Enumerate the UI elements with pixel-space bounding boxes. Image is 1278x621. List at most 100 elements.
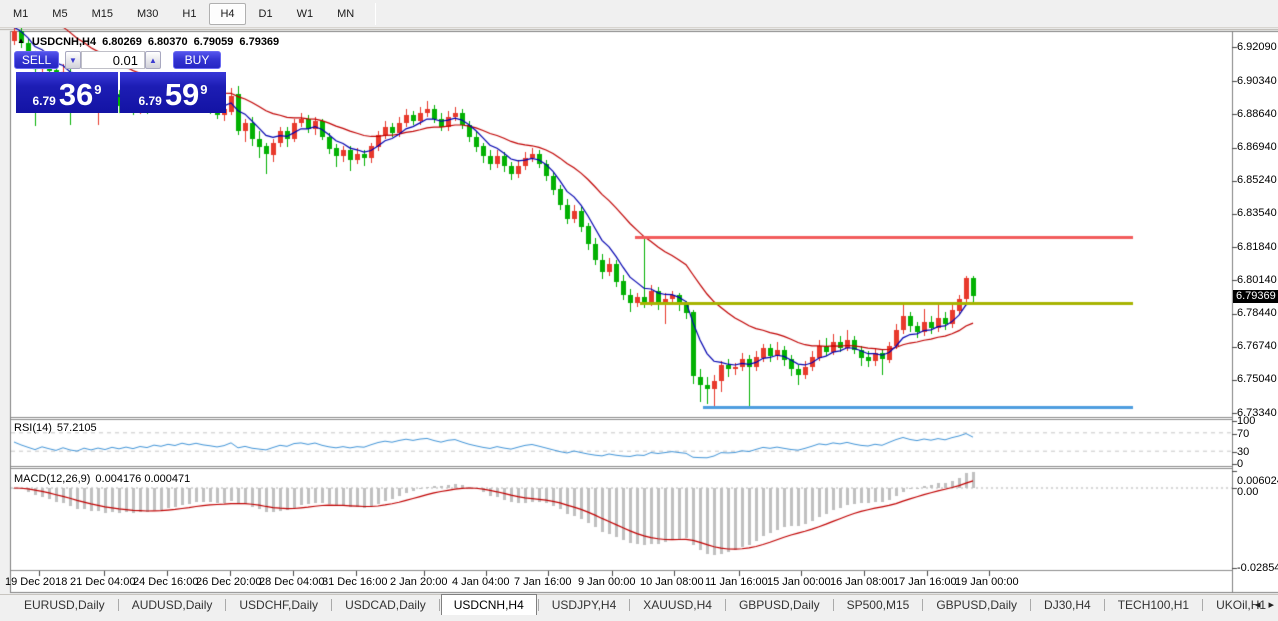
tab-scroll-arrows: ◂ ▸ — [1255, 598, 1274, 611]
timeframe-button-H1[interactable]: H1 — [171, 3, 207, 25]
volume-increase-button[interactable]: ▲ — [145, 51, 161, 69]
price-axis-label: 6.88640 — [1237, 108, 1277, 121]
buy-price-box[interactable]: 6.79 59 9 — [120, 72, 226, 113]
time-axis-label: 11 Jan 16:00 — [705, 576, 768, 588]
macd-axis-label: 0.00 — [1237, 486, 1258, 499]
tab-separator — [225, 599, 226, 611]
tab-USDCNH-H4[interactable]: USDCNH,H4 — [441, 594, 537, 615]
rsi-indicator-label: RSI(14) 57.2105 — [14, 422, 97, 434]
tab-SP500-M15[interactable]: SP500,M15 — [835, 595, 922, 615]
time-axis-label: 2 Jan 20:00 — [390, 576, 448, 588]
toolbar-separator — [375, 3, 376, 25]
current-price-badge: 6.79369 — [1233, 290, 1278, 303]
tab-scroll-left-icon[interactable]: ◂ — [1255, 598, 1261, 611]
ohlc-open: 6.80269 — [102, 36, 142, 48]
trade-prices-row: 6.79 36 9 6.79 59 9 — [16, 72, 226, 113]
macd-name: MACD(12,26,9) — [14, 473, 90, 485]
sell-price-sup: 9 — [94, 82, 101, 97]
tab-scroll-right-icon[interactable]: ▸ — [1268, 598, 1274, 611]
price-axis-label: 6.92090 — [1237, 41, 1277, 54]
time-axis-label: 19 Jan 00:00 — [955, 576, 1019, 588]
timeframe-button-M1[interactable]: M1 — [2, 3, 39, 25]
price-axis-label: 6.83540 — [1237, 207, 1277, 220]
ohlc-close: 6.79369 — [239, 36, 279, 48]
sell-price-box[interactable]: 6.79 36 9 — [16, 72, 118, 113]
time-axis-label: 21 Dec 04:00 — [70, 576, 135, 588]
macd-indicator-label: MACD(12,26,9) 0.004176 0.000471 — [14, 473, 190, 485]
chart-tabs: EURUSD,DailyAUDUSD,DailyUSDCHF,DailyUSDC… — [12, 595, 1278, 615]
timeframe-button-D1[interactable]: D1 — [248, 3, 284, 25]
sell-price-small: 6.79 — [32, 94, 55, 108]
rsi-axis-label: 70 — [1237, 428, 1249, 441]
tab-separator — [331, 599, 332, 611]
spinner-down-icon: ▼ — [69, 56, 77, 65]
tab-separator — [833, 599, 834, 611]
price-axis-label: 6.78440 — [1237, 307, 1277, 320]
timeframe-button-M5[interactable]: M5 — [41, 3, 78, 25]
tab-GBPUSD-Daily[interactable]: GBPUSD,Daily — [924, 595, 1029, 615]
tab-AUDUSD-Daily[interactable]: AUDUSD,Daily — [120, 595, 225, 615]
chart-tabbar: EURUSD,DailyAUDUSD,DailyUSDCHF,DailyUSDC… — [0, 594, 1278, 615]
tab-DJ30-H4[interactable]: DJ30,H4 — [1032, 595, 1103, 615]
tab-GBPUSD-Daily[interactable]: GBPUSD,Daily — [727, 595, 832, 615]
tab-separator — [538, 599, 539, 611]
buy-price-sup: 9 — [200, 82, 207, 97]
timeframe-toolbar: M1M5M15M30H1H4D1W1MN — [0, 0, 1278, 28]
tab-separator — [922, 599, 923, 611]
buy-price-small: 6.79 — [138, 94, 161, 108]
tab-TECH100-H1[interactable]: TECH100,H1 — [1106, 595, 1201, 615]
buy-price-big: 59 — [165, 77, 199, 113]
time-axis-label: 10 Jan 08:00 — [640, 576, 704, 588]
tab-separator — [1104, 599, 1105, 611]
tab-separator — [118, 599, 119, 611]
time-axis-label: 31 Dec 16:00 — [322, 576, 387, 588]
price-axis-label: 6.80140 — [1237, 274, 1277, 287]
timeframe-button-W1[interactable]: W1 — [286, 3, 325, 25]
price-axis-label: 6.75040 — [1237, 373, 1277, 386]
time-axis-label: 15 Jan 00:00 — [767, 576, 831, 588]
timeframe-button-H4[interactable]: H4 — [209, 3, 245, 25]
volume-input[interactable]: 0.01 — [81, 51, 145, 69]
tab-separator — [1202, 599, 1203, 611]
sell-button[interactable]: SELL — [14, 51, 59, 69]
time-axis-label: 19 Dec 2018 — [5, 576, 67, 588]
buy-button[interactable]: BUY — [173, 51, 221, 69]
price-axis-label: 6.76740 — [1237, 340, 1277, 353]
tab-EURUSD-Daily[interactable]: EURUSD,Daily — [12, 595, 117, 615]
price-axis-label: 6.81840 — [1237, 241, 1277, 254]
macd-value: 0.004176 0.000471 — [95, 473, 190, 485]
volume-decrease-button[interactable]: ▼ — [65, 51, 81, 69]
time-axis-label: 9 Jan 00:00 — [578, 576, 636, 588]
time-axis-label: 28 Dec 04:00 — [259, 576, 324, 588]
macd-axis-label: -0.028549 — [1237, 562, 1278, 575]
price-axis-label: 6.86940 — [1237, 141, 1277, 154]
spinner-up-icon: ▲ — [149, 56, 157, 65]
trade-controls-row: SELL ▼ 0.01 ▲ BUY — [14, 51, 226, 69]
price-axis-label: 6.85240 — [1237, 174, 1277, 187]
collapse-arrow-icon[interactable]: ▲ — [17, 36, 25, 48]
timeframe-button-M15[interactable]: M15 — [81, 3, 124, 25]
tab-XAUUSD-H4[interactable]: XAUUSD,H4 — [631, 595, 724, 615]
one-click-trading-panel: SELL ▼ 0.01 ▲ BUY 6.79 36 9 6.79 59 9 — [14, 50, 226, 114]
timeframe-button-M30[interactable]: M30 — [126, 3, 169, 25]
tab-USDCHF-Daily[interactable]: USDCHF,Daily — [227, 595, 330, 615]
price-axis-label: 6.90340 — [1237, 75, 1277, 88]
time-axis-label: 4 Jan 04:00 — [452, 576, 510, 588]
chart-symbol-label: USDCNH,H4 — [32, 36, 96, 48]
time-axis-label: 24 Dec 16:00 — [133, 576, 198, 588]
time-axis-label: 16 Jan 08:00 — [830, 576, 894, 588]
rsi-axis-label: 0 — [1237, 458, 1243, 471]
rsi-axis-label: 100 — [1237, 415, 1255, 428]
rsi-value: 57.2105 — [57, 422, 97, 434]
ohlc-low: 6.79059 — [194, 36, 234, 48]
rsi-name: RSI(14) — [14, 422, 52, 434]
chart-header: ▲ USDCNH,H4 6.80269 6.80370 6.79059 6.79… — [17, 36, 279, 48]
timeframe-button-MN[interactable]: MN — [326, 3, 365, 25]
tab-separator — [1030, 599, 1031, 611]
tab-USDJPY-H4[interactable]: USDJPY,H4 — [540, 595, 628, 615]
time-axis-label: 26 Dec 20:00 — [196, 576, 261, 588]
ohlc-high: 6.80370 — [148, 36, 188, 48]
tab-separator — [439, 599, 440, 611]
time-axis-label: 7 Jan 16:00 — [514, 576, 572, 588]
tab-USDCAD-Daily[interactable]: USDCAD,Daily — [333, 595, 438, 615]
